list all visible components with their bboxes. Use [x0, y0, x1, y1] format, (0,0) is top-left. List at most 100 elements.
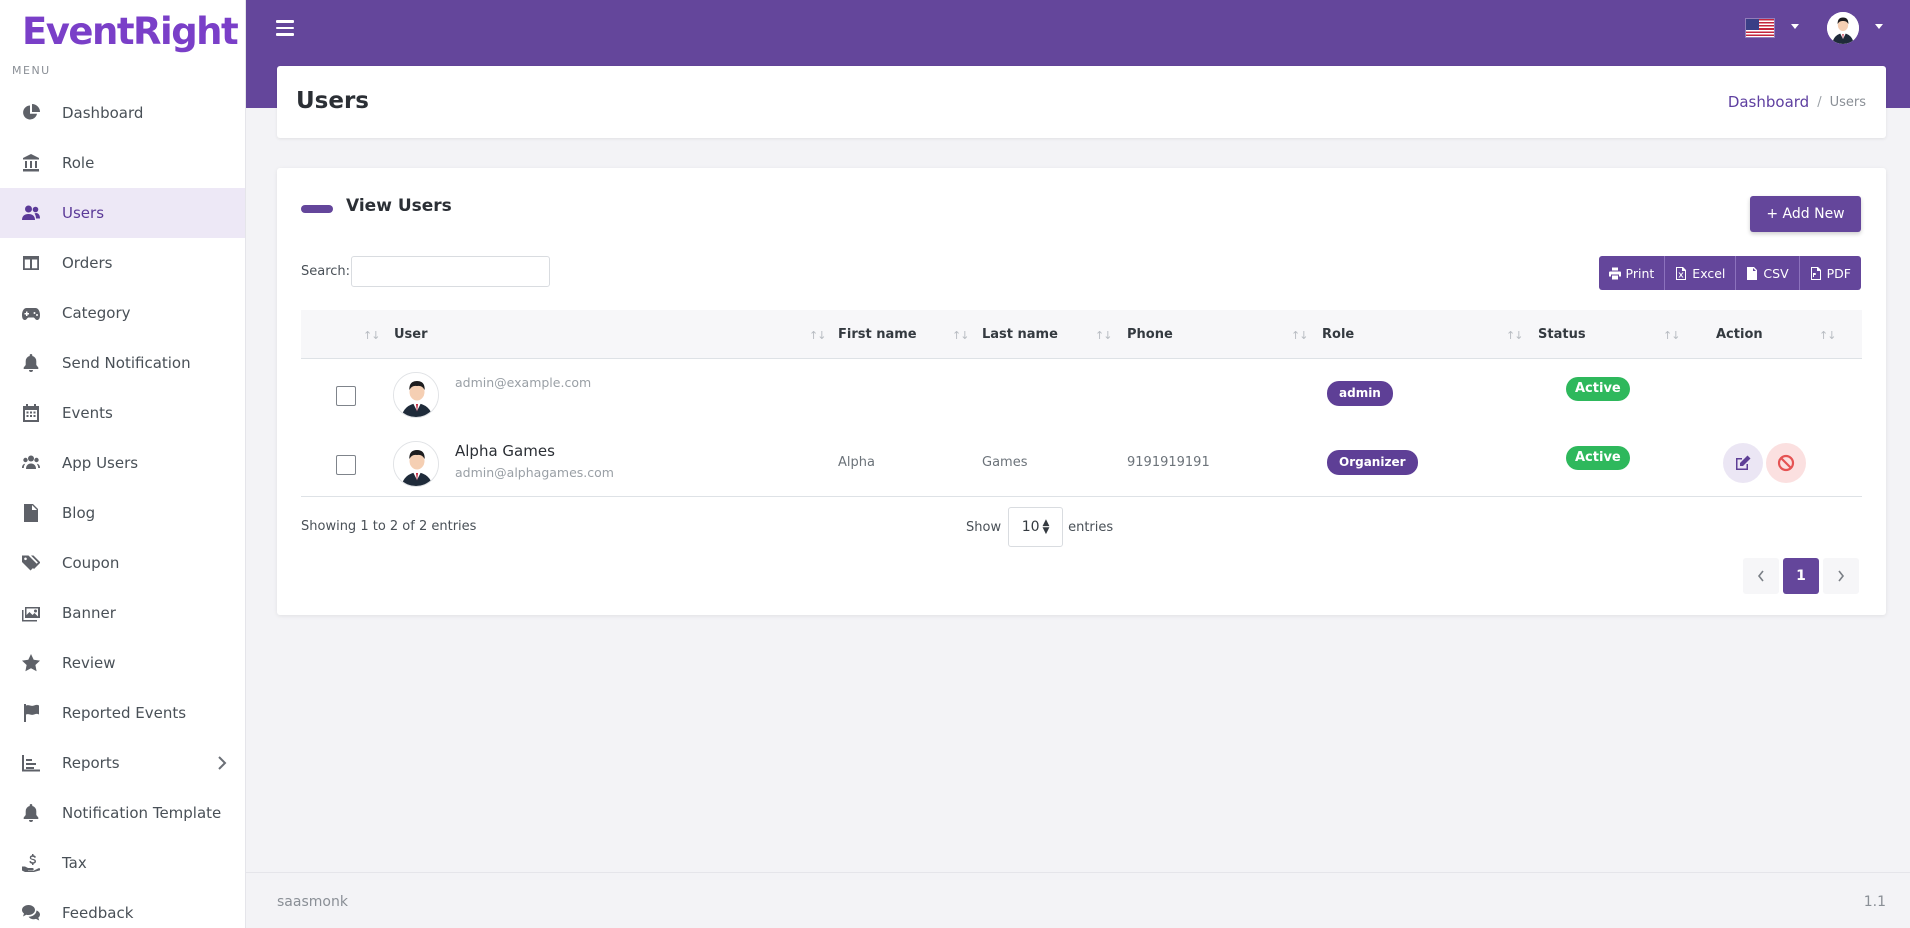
- sidebar-item-role[interactable]: Role: [0, 138, 245, 188]
- star-icon: [22, 654, 40, 672]
- breadcrumb-current: Users: [1829, 94, 1866, 110]
- sidebar-item-orders[interactable]: Orders: [0, 238, 245, 288]
- sidebar-item-reported-events[interactable]: Reported Events: [0, 688, 245, 738]
- sidebar-item-events[interactable]: Events: [0, 388, 245, 438]
- sort-action-icon[interactable]: ↑↓: [1819, 310, 1836, 359]
- columns-icon: [22, 254, 40, 272]
- sidebar-item-review[interactable]: Review: [0, 638, 245, 688]
- sidebar-item-dashboard[interactable]: Dashboard: [0, 88, 245, 138]
- file-csv-icon: [1747, 266, 1758, 280]
- next-page-button[interactable]: [1823, 558, 1859, 594]
- csv-label: CSV: [1763, 265, 1789, 281]
- page-1-button[interactable]: 1: [1783, 558, 1819, 594]
- row-checkbox[interactable]: [336, 386, 356, 406]
- sidebar-item-reports[interactable]: Reports: [0, 738, 245, 788]
- menu-toggle-icon[interactable]: [276, 20, 294, 36]
- pagination: 1: [1743, 558, 1863, 594]
- sidebar-item-blog[interactable]: Blog: [0, 488, 245, 538]
- search-input[interactable]: [351, 256, 550, 287]
- brand-logo[interactable]: EventRight Pro: [0, 0, 245, 60]
- column-header-action[interactable]: Action: [1716, 310, 1763, 359]
- search-label: Search:: [301, 264, 351, 279]
- status-badge: Active: [1566, 446, 1630, 470]
- card-title-accent: [301, 205, 333, 213]
- column-header-role[interactable]: Role: [1322, 310, 1354, 359]
- breadcrumb-separator: /: [1817, 94, 1822, 110]
- sort-last-name-icon[interactable]: ↑↓: [1095, 310, 1112, 359]
- prev-page-button[interactable]: [1743, 558, 1779, 594]
- user-avatar[interactable]: [1827, 12, 1859, 44]
- page-length: Show 10 ▲ ▼ entries: [966, 507, 1113, 547]
- edit-user-button[interactable]: [1723, 443, 1763, 483]
- column-header-phone[interactable]: Phone: [1127, 310, 1173, 359]
- status-badge: Active: [1566, 377, 1630, 401]
- first-name-cell: Alpha: [838, 455, 875, 470]
- sidebar-nav: Dashboard Role Users Orders Category Send Not…: [0, 88, 245, 928]
- export-buttons: Print Excel CSV PDF: [1598, 256, 1861, 290]
- sidebar-item-coupon[interactable]: Coupon: [0, 538, 245, 588]
- sidebar-item-send-notification[interactable]: Send Notification: [0, 338, 245, 388]
- sidebar-item-users[interactable]: Users: [0, 188, 245, 238]
- print-icon: [1608, 267, 1621, 279]
- block-user-button[interactable]: [1766, 443, 1806, 483]
- sidebar-item-label: Reported Events: [62, 704, 187, 722]
- sidebar-item-feedback[interactable]: Feedback: [0, 888, 245, 928]
- column-header-first-name[interactable]: First name: [838, 310, 917, 359]
- bell-icon: [22, 354, 40, 372]
- column-header-status[interactable]: Status: [1538, 310, 1586, 359]
- user-email: admin@alphagames.com: [455, 465, 614, 480]
- sidebar-item-banner[interactable]: Banner: [0, 588, 245, 638]
- footer-version: 1.1: [1863, 894, 1886, 910]
- us-flag-icon[interactable]: [1745, 18, 1775, 38]
- entries-select[interactable]: 10 ▲ ▼: [1008, 507, 1064, 547]
- sidebar-item-notification-template[interactable]: Notification Template: [0, 788, 245, 838]
- sidebar-item-label: Orders: [62, 254, 113, 272]
- row-checkbox[interactable]: [336, 455, 356, 475]
- add-new-button[interactable]: + Add New: [1750, 196, 1861, 232]
- sidebar-item-tax[interactable]: Tax: [0, 838, 245, 888]
- column-header-last-name[interactable]: Last name: [982, 310, 1058, 359]
- sort-role-icon[interactable]: ↑↓: [1506, 310, 1523, 359]
- flag-icon: [22, 704, 40, 722]
- sort-first-name-icon[interactable]: ↑↓: [952, 310, 969, 359]
- brand-suffix: Pro: [237, 10, 245, 53]
- calendar-icon: [22, 404, 40, 422]
- print-button[interactable]: Print: [1598, 256, 1666, 290]
- page-header: Users Dashboard / Users: [277, 66, 1886, 138]
- sidebar-item-app-users[interactable]: App Users: [0, 438, 245, 488]
- file-pdf-icon: [1810, 266, 1821, 280]
- images-icon: [22, 604, 40, 622]
- sidebar-item-label: Dashboard: [62, 104, 144, 122]
- sort-user-icon[interactable]: ↑↓: [809, 310, 826, 359]
- sort-select-icon[interactable]: ↑↓: [363, 310, 380, 359]
- excel-label: Excel: [1692, 265, 1726, 281]
- breadcrumb-dashboard-link[interactable]: Dashboard: [1728, 93, 1809, 111]
- length-suffix: entries: [1068, 519, 1114, 535]
- sidebar-item-label: Reports: [62, 754, 120, 772]
- csv-button[interactable]: CSV: [1736, 256, 1800, 290]
- avatar: [393, 441, 439, 487]
- sort-phone-icon[interactable]: ↑↓: [1291, 310, 1308, 359]
- sidebar-item-label: Review: [62, 654, 116, 672]
- users-icon: [22, 204, 40, 222]
- column-header-user[interactable]: User: [394, 310, 428, 359]
- table-row: admin@example.com admin Active: [301, 359, 1862, 428]
- last-name-cell: Games: [982, 455, 1028, 470]
- gamepad-icon: [22, 304, 40, 322]
- bar-chart-icon: [22, 754, 40, 772]
- user-caret-icon[interactable]: [1875, 24, 1883, 29]
- landmark-icon: [22, 154, 40, 172]
- sidebar-item-label: Send Notification: [62, 354, 191, 372]
- file-excel-icon: [1676, 266, 1687, 280]
- table-row: Alpha Games admin@alphagames.com Alpha G…: [301, 428, 1862, 497]
- brand-name: EventRight: [22, 10, 239, 53]
- avatar: [393, 372, 439, 418]
- sort-status-icon[interactable]: ↑↓: [1663, 310, 1680, 359]
- sidebar-item-category[interactable]: Category: [0, 288, 245, 338]
- chevron-left-icon: [1757, 570, 1764, 582]
- ban-icon: [1777, 454, 1795, 472]
- excel-button[interactable]: Excel: [1665, 256, 1737, 290]
- hand-holding-dollar-icon: [22, 854, 40, 872]
- language-caret-icon[interactable]: [1791, 24, 1799, 29]
- pdf-button[interactable]: PDF: [1799, 256, 1861, 290]
